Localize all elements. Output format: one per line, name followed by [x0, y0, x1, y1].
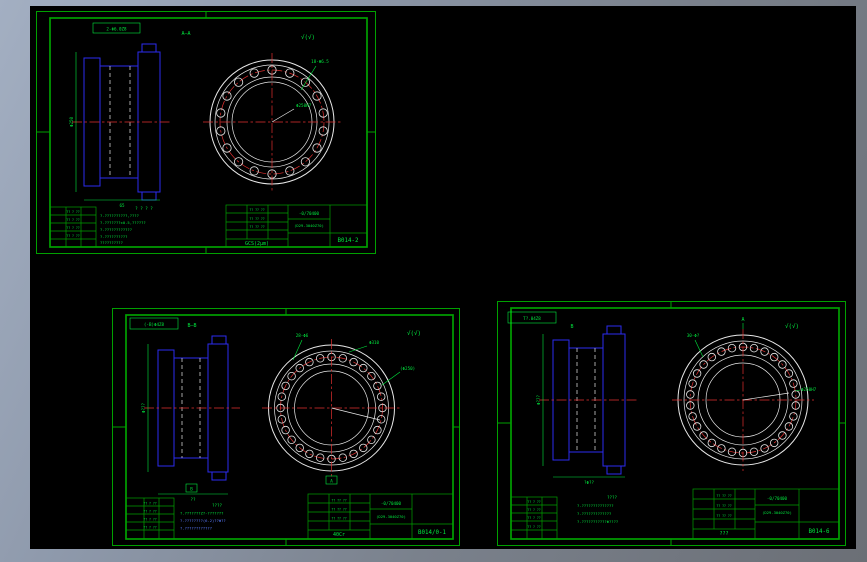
corner-label-text: 2-Φ6.0Z8 [106, 27, 127, 32]
svg-text:?? ? ??: ?? ? ?? [527, 516, 541, 520]
drawing-code-1: -0/70400 [381, 501, 402, 506]
svg-text:?? ? ??: ?? ? ?? [66, 218, 80, 222]
sheet2-title-block: ?? ?? ?? ?? ?? ?? ?? ?? ?? -0/70400 (D29… [307, 493, 454, 540]
front-letter: A [741, 317, 744, 323]
sheet1-frame [36, 11, 376, 254]
cad-viewport: 2-Φ6.0Z8 A—A √(√) Φ250 65 18-Φ6.5 Φ250H7… [0, 0, 867, 562]
svg-text:?? ? ??: ?? ? ?? [143, 518, 157, 522]
svg-text:?? ? ??: ?? ? ?? [66, 210, 80, 214]
svg-text:?? ?? ??: ?? ?? ?? [716, 494, 731, 498]
sheet3-corner-label: T?.04Z8 B √(√) [507, 311, 799, 330]
svg-text:?? ?? ??: ?? ?? ?? [331, 499, 346, 503]
svg-text:?? ?? ??: ?? ?? ?? [249, 225, 264, 229]
svg-text:?? ? ??: ?? ? ?? [143, 502, 157, 506]
material-text: ??? [719, 531, 728, 537]
svg-text:?? ? ??: ?? ? ?? [527, 525, 541, 529]
side-dim-horizontal: ?Φ?? [584, 480, 595, 485]
svg-text:?.????????(6-2)??Φ??: ?.????????(6-2)??Φ?? [180, 518, 226, 523]
bolt-note: 28-Φ6 [296, 333, 309, 338]
svg-text:??????????: ?????????? [100, 240, 123, 245]
drawing-code-2: (D29-3040Z70) [376, 514, 406, 519]
part-number: B014-6 [809, 529, 830, 535]
svg-text:?? ?? ??: ?? ?? ?? [249, 217, 264, 221]
sheet1-front-view[interactable]: 18-Φ6.5 Φ250H7 [203, 53, 341, 191]
sheet3-side-view[interactable]: Φ??? ?Φ?? [536, 325, 637, 485]
surface-roughness-mark: √(√) [407, 330, 421, 337]
section-label-text: A—A [181, 31, 190, 37]
part-number: B014/0-1 [418, 530, 446, 536]
sheet1-corner-label: 2-Φ6.0Z8 A—A √(√) [92, 22, 315, 41]
bolt-note: 30-Φ? [687, 333, 700, 338]
part-number: B014-2 [338, 238, 359, 244]
bolt-note: 18-Φ6.5 [311, 59, 329, 64]
svg-text:?? ?? ??: ?? ?? ?? [331, 508, 346, 512]
sheet2-corner-label: (-B)Φ4Z8 B—B √(√) [129, 317, 421, 337]
model-space-canvas[interactable]: 2-Φ6.0Z8 A—A √(√) Φ250 65 18-Φ6.5 Φ250H7… [30, 6, 856, 549]
svg-text:? ? ? ?: ? ? ? ? [135, 206, 153, 211]
sheet3-title-block: ?? ?? ?? ?? ?? ?? ?? ?? ?? -0/70400 (D29… [692, 488, 840, 540]
side-dim-horizontal: ?? [190, 497, 196, 502]
svg-text:?? ?? ??: ?? ?? ?? [331, 517, 346, 521]
corner-label-text: (-B)Φ4Z8 [144, 322, 165, 327]
sheet3-revision-table: ?? ? ?? ?? ? ?? ?? ? ?? ?? ? ?? [510, 496, 558, 540]
material-text: 40Cr [333, 532, 345, 538]
svg-text:????: ???? [607, 495, 618, 500]
bore-note: Φ250H7 [801, 387, 817, 392]
sheet3-notes: ???? ?.?????????????? ?.????????????? ?.… [577, 495, 618, 524]
drawing-sheet-3[interactable]: T?.04Z8 B √(√) Φ??? ?Φ?? A 30-Φ? Φ250H7 … [497, 301, 846, 546]
section-label-text: B—B [187, 323, 196, 329]
svg-text:?? ? ??: ?? ? ?? [527, 500, 541, 504]
svg-text:?? ? ??: ?? ? ?? [527, 508, 541, 512]
drawing-sheet-1[interactable]: 2-Φ6.0Z8 A—A √(√) Φ250 65 18-Φ6.5 Φ250H7… [36, 11, 376, 254]
od-note: Φ310 [369, 340, 380, 345]
sheet2-revision-table: ?? ? ?? ?? ? ?? ?? ? ?? ?? ? ?? [125, 497, 175, 540]
side-dim-horizontal: 65 [119, 203, 125, 208]
svg-text:?.????????????: ?.???????????? [100, 227, 132, 232]
detail-letter: B [190, 487, 193, 492]
drawing-code-1: -0/70400 [767, 496, 788, 501]
svg-text:?.??????????????: ?.?????????????? [577, 503, 614, 508]
sheet3-frame [497, 301, 846, 546]
svg-text:?.???????±0.5,??????: ?.???????±0.5,?????? [100, 220, 146, 225]
drawing-code-2: (D29-3040Z70) [294, 223, 324, 228]
sheet2-side-view[interactable]: Φ??? ?? B [141, 335, 240, 502]
section-label-text: B [570, 324, 573, 330]
sheet1-side-view[interactable]: Φ250 65 [69, 43, 170, 208]
svg-text:?.?????????????: ?.????????????? [577, 511, 611, 516]
material-text: GCS(2μm) [245, 241, 269, 247]
surface-roughness-mark: √(√) [301, 34, 315, 41]
surface-roughness-mark: √(√) [785, 323, 799, 330]
drawing-code-1: -0/70400 [299, 211, 320, 216]
sheet1-revision-table: ?? ? ?? ?? ? ?? ?? ? ?? ?? ? ?? [49, 206, 97, 248]
svg-text:?.????????????: ?.???????????? [180, 526, 212, 531]
svg-text:?.???????????Φ????: ?.???????????Φ???? [577, 519, 618, 524]
svg-text:?.??????????,????: ?.??????????,???? [100, 213, 139, 218]
svg-text:?? ? ??: ?? ? ?? [66, 234, 80, 238]
side-dim-vertical: Φ??? [141, 402, 146, 413]
sheet3-front-view[interactable]: A 30-Φ? Φ250H7 [672, 317, 817, 471]
bore-note: (Φ250) [400, 366, 415, 371]
svg-text:?? ?? ??: ?? ?? ?? [716, 514, 731, 518]
drawing-code-2: (D29-3040Z70) [762, 510, 792, 515]
svg-text:????: ???? [212, 503, 223, 508]
svg-text:?? ?? ??: ?? ?? ?? [716, 504, 731, 508]
sheet1-title-block: ?? ?? ?? ?? ?? ?? ?? ?? ?? -0/70400 (D29… [225, 204, 368, 248]
svg-text:?? ? ??: ?? ? ?? [143, 510, 157, 514]
svg-text:?.???????Z?-???????: ?.???????Z?-??????? [180, 511, 223, 516]
sheet2-frame [112, 308, 460, 546]
corner-label-text: T?.04Z8 [523, 316, 541, 321]
sheet2-notes: ???? ?.???????Z?-??????? ?.????????(6-2)… [180, 503, 226, 531]
side-dim-vertical: Φ??? [536, 394, 541, 405]
svg-text:?.??????????: ?.?????????? [100, 234, 127, 239]
sheet1-notes: ? ? ? ? ?.??????????,???? ?.???????±0.5,… [100, 206, 153, 245]
bore-note: Φ250H7 [296, 103, 312, 108]
svg-text:?? ?? ??: ?? ?? ?? [249, 208, 264, 212]
sheet2-front-view[interactable]: 28-Φ6 Φ310 (Φ250) A [262, 333, 415, 485]
drawing-sheet-2[interactable]: (-B)Φ4Z8 B—B √(√) Φ??? ?? B 28-Φ6 Φ310 (… [112, 308, 460, 546]
svg-text:?? ? ??: ?? ? ?? [143, 526, 157, 530]
side-dim-vertical: Φ250 [69, 116, 74, 127]
svg-text:?? ? ??: ?? ? ?? [66, 226, 80, 230]
front-letter: A [330, 479, 333, 484]
